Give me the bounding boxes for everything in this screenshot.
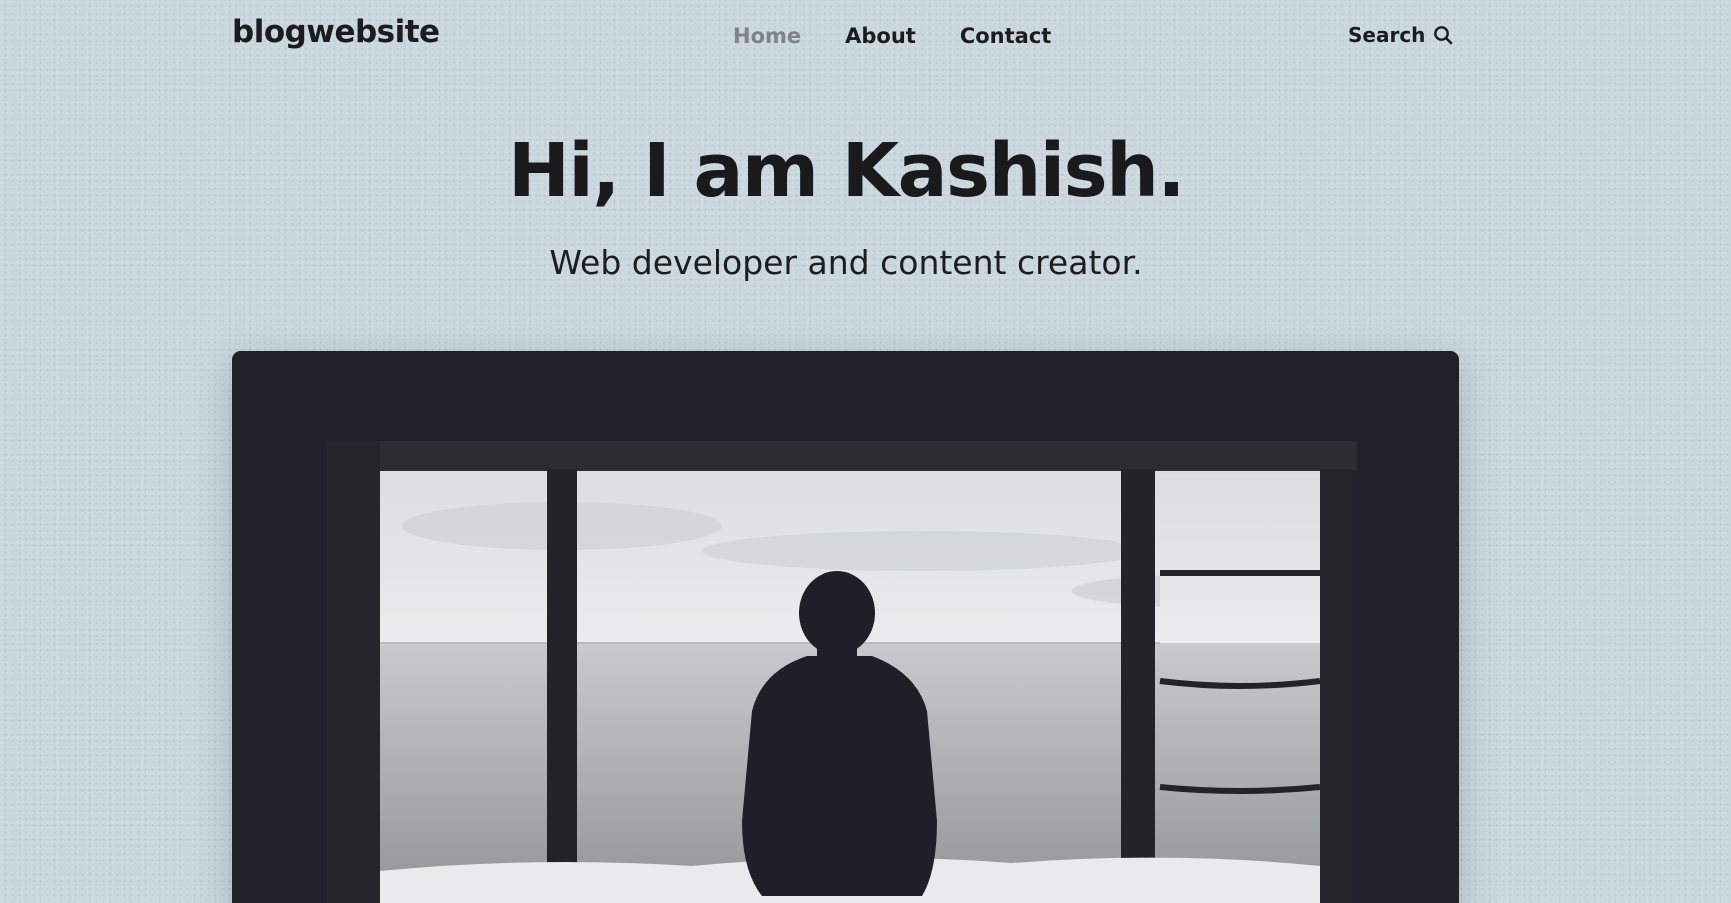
site-logo[interactable]: blogwebsite	[232, 14, 440, 50]
hero-subtitle: Web developer and content creator.	[549, 243, 1143, 282]
nav-contact-link[interactable]: Contact	[960, 24, 1052, 48]
nav-about-link[interactable]: About	[845, 24, 916, 48]
nav-home-link[interactable]: Home	[733, 24, 801, 48]
main-nav: Home About Contact	[733, 24, 1095, 48]
featured-image	[232, 351, 1459, 903]
search-icon	[1433, 25, 1453, 45]
hero-title: Hi, I am Kashish.	[508, 128, 1185, 214]
search-label: Search	[1348, 23, 1426, 47]
search-button[interactable]: Search	[1348, 23, 1453, 47]
